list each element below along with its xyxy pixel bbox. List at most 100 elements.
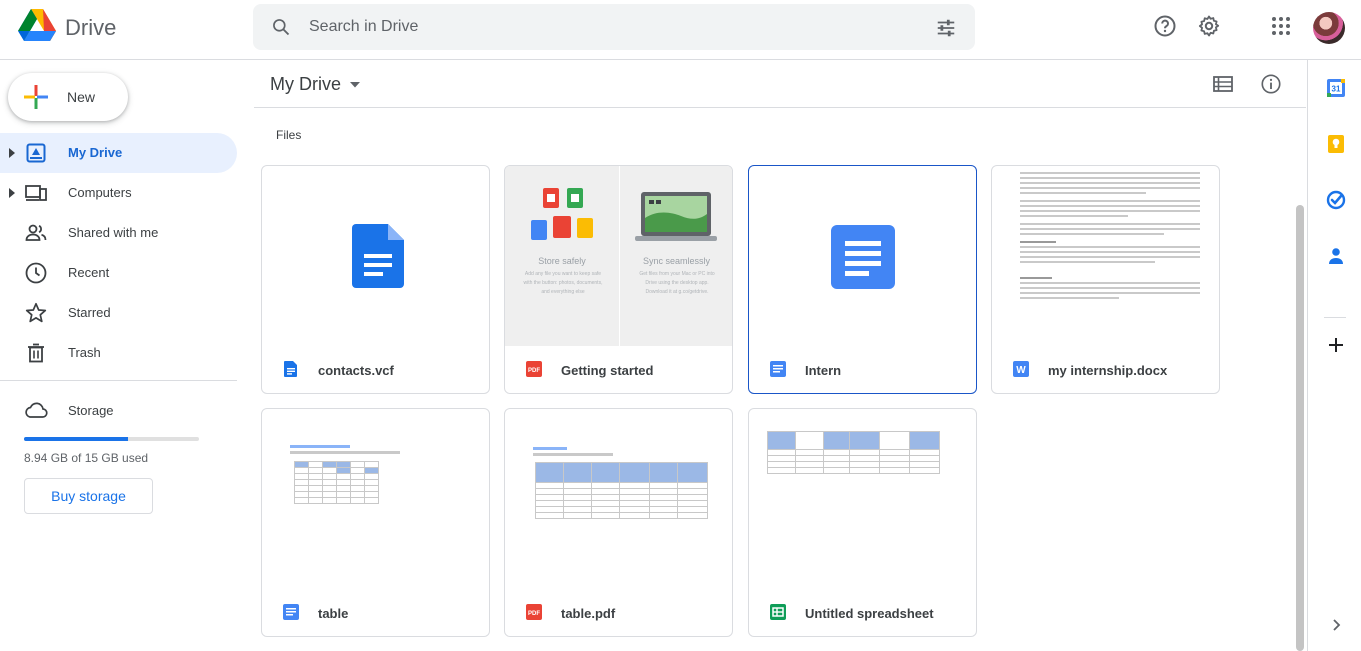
- file-thumbnail: Store safely Add any file you want to ke…: [505, 166, 732, 346]
- file-card-footer: PDF Getting started: [505, 346, 732, 393]
- file-name: my internship.docx: [1048, 363, 1168, 378]
- file-name: Getting started: [561, 363, 654, 378]
- sidebar-item-label: Recent: [68, 265, 110, 280]
- drive-logo-icon[interactable]: [18, 9, 56, 43]
- file-card[interactable]: table: [261, 408, 490, 637]
- file-name: table.pdf: [561, 606, 616, 621]
- docs-icon: [352, 224, 404, 288]
- sidebar-item-starred[interactable]: Starred: [0, 293, 237, 333]
- sidebar-item-trash[interactable]: Trash: [0, 333, 237, 373]
- preview-heading: [533, 447, 567, 450]
- star-icon: [25, 302, 47, 323]
- rail-divider: [1324, 317, 1346, 318]
- file-types-illustration-icon: [531, 188, 593, 240]
- sidebar-item-label: Trash: [68, 345, 101, 360]
- storage-used-text: 8.94 GB of 15 GB used: [24, 451, 149, 465]
- word-icon: W: [1013, 361, 1029, 377]
- sidebar-divider: [0, 380, 237, 381]
- info-icon[interactable]: [1260, 73, 1282, 95]
- preview-table: [535, 462, 708, 519]
- my-drive-icon: [26, 143, 46, 163]
- preview-table: [294, 461, 379, 504]
- svg-text:PDF: PDF: [528, 611, 540, 617]
- buy-storage-button[interactable]: Buy storage: [24, 478, 153, 514]
- app-name: Drive: [65, 15, 117, 40]
- store-safely-text: Add any file you want to keep safe with …: [523, 271, 603, 295]
- search-icon[interactable]: [271, 17, 291, 37]
- main-scrollbar[interactable]: [1296, 205, 1304, 651]
- header-divider: [254, 107, 1306, 108]
- computers-icon: [25, 185, 47, 201]
- file-card[interactable]: Intern: [748, 165, 977, 394]
- new-button[interactable]: New: [8, 73, 128, 121]
- file-card-footer: contacts.vcf: [262, 346, 489, 393]
- file-card-footer: Untitled spreadsheet: [749, 589, 976, 636]
- file-card[interactable]: Store safely Add any file you want to ke…: [504, 165, 733, 394]
- tasks-icon[interactable]: [1326, 190, 1346, 210]
- docs-icon: [284, 361, 297, 377]
- sidebar-item-shared-with-me[interactable]: Shared with me: [0, 213, 237, 253]
- document-preview: [1020, 172, 1200, 302]
- sheets-icon: [770, 604, 786, 620]
- file-card[interactable]: PDF table.pdf: [504, 408, 733, 637]
- people-icon: [25, 224, 47, 241]
- storage-usage-bar: [24, 437, 199, 441]
- side-panel-rail: 31: [1307, 60, 1361, 651]
- file-card-footer: table: [262, 589, 489, 636]
- preview-table: [767, 431, 940, 474]
- expand-caret-icon[interactable]: [8, 187, 16, 199]
- file-name: Untitled spreadsheet: [805, 606, 934, 621]
- file-thumbnail: [262, 409, 489, 589]
- top-bar: Drive: [0, 0, 1361, 60]
- file-card[interactable]: Untitled spreadsheet: [748, 408, 977, 637]
- file-card[interactable]: W my internship.docx: [991, 165, 1220, 394]
- file-name: table: [318, 606, 349, 621]
- search-bar[interactable]: [253, 4, 975, 50]
- sidebar-item-computers[interactable]: Computers: [0, 173, 237, 213]
- laptop-illustration-icon: [635, 192, 717, 241]
- pdf-icon: PDF: [526, 604, 542, 620]
- chevron-down-icon[interactable]: [350, 82, 360, 88]
- help-icon[interactable]: [1153, 14, 1177, 38]
- expand-caret-icon[interactable]: [8, 147, 16, 159]
- file-card[interactable]: contacts.vcf: [261, 165, 490, 394]
- search-options-icon[interactable]: [935, 17, 957, 39]
- keep-icon[interactable]: [1326, 134, 1346, 154]
- docs-icon: [831, 225, 895, 289]
- plus-icon: [24, 85, 48, 109]
- chevron-right-icon[interactable]: [1326, 615, 1346, 635]
- svg-text:PDF: PDF: [528, 368, 540, 374]
- store-safely-title: Store safely: [538, 256, 586, 266]
- apps-grid-icon[interactable]: [1269, 14, 1293, 38]
- svg-text:W: W: [1016, 365, 1026, 376]
- storage-label[interactable]: Storage: [68, 403, 114, 418]
- calendar-day: 31: [1332, 85, 1341, 94]
- cloud-icon: [25, 402, 48, 418]
- file-thumbnail: [992, 166, 1219, 346]
- sidebar-item-label: My Drive: [68, 145, 123, 160]
- sidebar-item-label: Shared with me: [68, 225, 159, 240]
- files-section-label: Files: [276, 128, 302, 142]
- list-view-icon[interactable]: [1212, 74, 1234, 94]
- sync-seamlessly-text: Get files from your Mac or PC into Drive…: [639, 271, 715, 295]
- sidebar-item-recent[interactable]: Recent: [0, 253, 237, 293]
- settings-icon[interactable]: [1197, 14, 1221, 38]
- add-addon-icon[interactable]: [1326, 335, 1346, 355]
- docs-icon: [283, 604, 299, 620]
- page-title[interactable]: My Drive: [270, 74, 341, 95]
- account-avatar[interactable]: [1313, 12, 1345, 44]
- file-card-footer: Intern: [749, 346, 976, 393]
- new-button-label: New: [67, 89, 96, 105]
- search-input[interactable]: [309, 4, 909, 50]
- file-thumbnail: [749, 409, 976, 589]
- calendar-icon[interactable]: 31: [1326, 78, 1346, 98]
- pdf-icon: PDF: [526, 361, 542, 377]
- preview-line: [290, 451, 400, 454]
- file-name: Intern: [805, 363, 842, 378]
- sidebar-item-my-drive[interactable]: My Drive: [0, 133, 237, 173]
- file-card-footer: W my internship.docx: [992, 346, 1219, 393]
- contacts-icon[interactable]: [1326, 246, 1346, 266]
- trash-icon: [28, 343, 44, 363]
- storage-usage-fill: [24, 437, 129, 441]
- sidebar-item-label: Computers: [68, 185, 132, 200]
